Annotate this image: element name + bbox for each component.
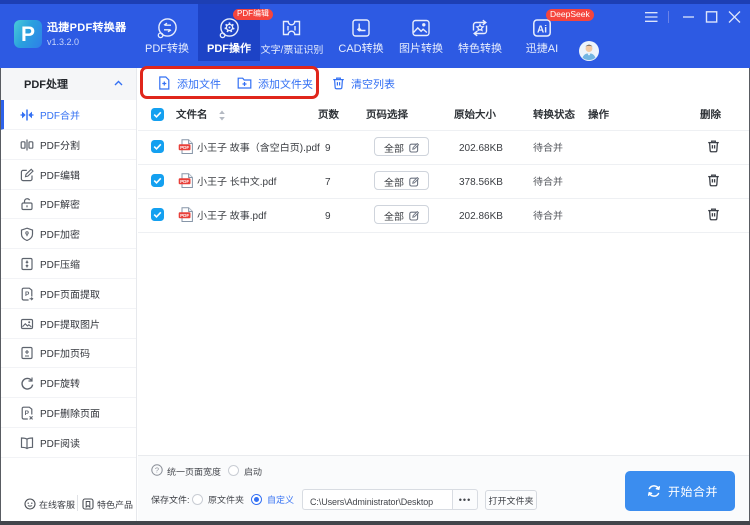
- svg-text:PDF: PDF: [180, 179, 189, 184]
- svg-text:P: P: [25, 410, 30, 417]
- svg-text:PDF: PDF: [180, 145, 189, 150]
- svg-text:Ai: Ai: [537, 24, 547, 35]
- svg-text:P: P: [25, 291, 30, 298]
- svg-text:?: ?: [155, 466, 159, 475]
- svg-text:PDF: PDF: [180, 213, 189, 218]
